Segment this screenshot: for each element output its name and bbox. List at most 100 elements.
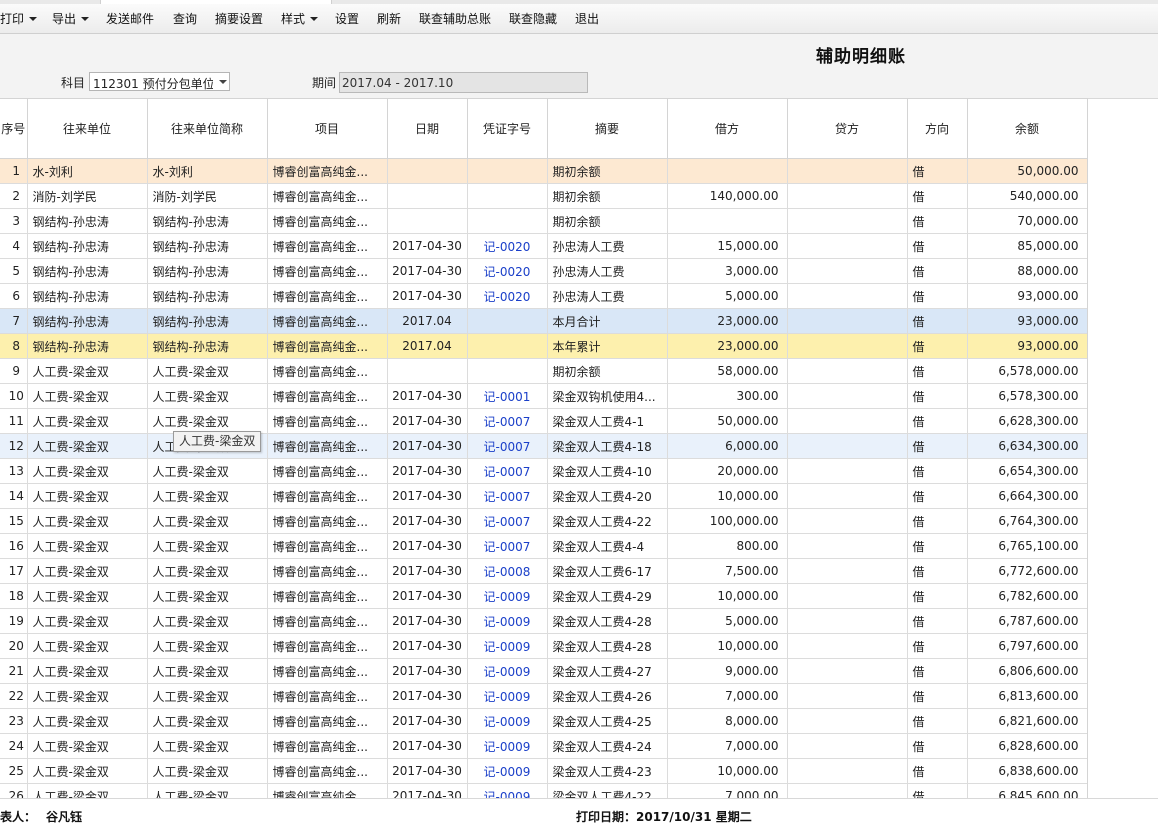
cell-voucher [467,183,548,209]
toolbar-item-label: 刷新 [377,12,402,26]
table-row[interactable]: 22 人工费-梁金双 人工费-梁金双 博睿创富高纯金... 2017-04-30 记-00… [0,683,1087,709]
cell-voucher[interactable]: 记-0009 [467,633,548,659]
cell-unit: 人工费-梁金双 [27,408,148,434]
table-row[interactable]: 4 钢结构-孙忠涛 钢结构-孙忠涛 博睿创富高纯金... 2017-04-30 记-002… [0,233,1087,259]
table-row[interactable]: 19 人工费-梁金双 人工费-梁金双 博睿创富高纯金... 2017-04-30 记-00… [0,608,1087,634]
cell-voucher[interactable]: 记-0009 [467,608,548,634]
table-row[interactable]: 14 人工费-梁金双 人工费-梁金双 博睿创富高纯金... 2017-04-30 记-00… [0,483,1087,509]
cell-abbr: 钢结构-孙忠涛 [147,208,268,234]
toolbar-item[interactable]: 设置 [335,4,359,33]
column-header[interactable]: 往来单位 [27,98,148,159]
cell-voucher[interactable]: 记-0007 [467,483,548,509]
column-header[interactable]: 摘要 [547,98,668,159]
table-row[interactable]: 15 人工费-梁金双 人工费-梁金双 博睿创富高纯金... 2017-04-30 记-00… [0,508,1087,534]
cell-voucher[interactable]: 记-0009 [467,783,548,798]
cell-unit: 人工费-梁金双 [27,733,148,759]
table-row[interactable]: 5 钢结构-孙忠涛 钢结构-孙忠涛 博睿创富高纯金... 2017-04-30 记-002… [0,258,1087,284]
cell-debit: 10,000.00 [667,633,788,659]
cell-summary: 梁金双人工费4-18 [547,433,668,459]
cell-voucher[interactable]: 记-0009 [467,683,548,709]
cell-credit [787,358,908,384]
cell-voucher[interactable]: 记-0001 [467,383,548,409]
toolbar-item[interactable]: 退出 [575,4,599,33]
toolbar-item[interactable]: 联查辅助总账 [419,4,491,33]
table-row[interactable]: 17 人工费-梁金双 人工费-梁金双 博睿创富高纯金... 2017-04-30 记-00… [0,558,1087,584]
cell-unit: 钢结构-孙忠涛 [27,233,148,259]
cell-date: 2017-04-30 [387,408,468,434]
subject-select[interactable]: 112301 预付分包单位款 [89,72,230,91]
cell-abbr: 人工费-梁金双 [147,633,268,659]
table-row[interactable]: 25 人工费-梁金双 人工费-梁金双 博睿创富高纯金... 2017-04-30 记-00… [0,758,1087,784]
toolbar-item[interactable]: 导出 [52,4,90,33]
toolbar-item[interactable]: 刷新 [377,4,401,33]
cell-summary: 期初余额 [547,158,668,184]
table-row[interactable]: 26 人工费-梁金双 人工费-梁金双 博睿创富高纯金... 2017-04-30 记-00… [0,783,1087,798]
toolbar-item[interactable]: 联查隐藏 [509,4,557,33]
table-row[interactable]: 11 人工费-梁金双 人工费-梁金双 博睿创富高纯金... 2017-04-30 记-00… [0,408,1087,434]
table-row[interactable]: 8 钢结构-孙忠涛 钢结构-孙忠涛 博睿创富高纯金... 2017.04 本年累计 23,0… [0,333,1087,359]
toolbar-item[interactable]: 打印 [0,4,38,33]
cell-voucher[interactable]: 记-0008 [467,558,548,584]
cell-dir: 借 [907,208,968,234]
cell-seq: 16 [0,533,28,559]
cell-voucher[interactable]: 记-0020 [467,258,548,284]
cell-voucher[interactable]: 记-0007 [467,508,548,534]
cell-date: 2017-04-30 [387,508,468,534]
table-row[interactable]: 12人工费-梁金双人工费-梁金双博睿创富高纯金...2017-04-30记-00… [0,433,1087,459]
cell-credit [787,783,908,798]
column-header[interactable]: 项目 [267,98,388,159]
table-row[interactable]: 20 人工费-梁金双 人工费-梁金双 博睿创富高纯金... 2017-04-30 记-00… [0,633,1087,659]
cell-summary: 梁金双人工费4-20 [547,483,668,509]
table-row[interactable]: 9 人工费-梁金双 人工费-梁金双 博睿创富高纯金... 期初余额 58,000.00 借 6… [0,358,1087,384]
cell-voucher[interactable]: 记-0009 [467,758,548,784]
table-row[interactable]: 2 消防-刘学民 消防-刘学民 博睿创富高纯金... 期初余额 140,000.00 借 54… [0,183,1087,209]
column-header[interactable]: 方向 [907,98,968,159]
cell-project: 博睿创富高纯金... [267,583,388,609]
toolbar-item[interactable]: 摘要设置 [215,4,263,33]
column-header[interactable]: 借方 [667,98,788,159]
cell-voucher [467,308,548,334]
footer: 制表人： 谷凡钰 打印日期：2017/10/31 星期二 [0,798,1158,824]
cell-voucher[interactable]: 记-0009 [467,583,548,609]
cell-dir: 借 [907,508,968,534]
table-row[interactable]: 13 人工费-梁金双 人工费-梁金双 博睿创富高纯金... 2017-04-30 记-00… [0,458,1087,484]
cell-voucher[interactable]: 记-0020 [467,233,548,259]
column-header[interactable]: 往来单位简称 [147,98,268,159]
cell-balance: 6,654,300.00 [967,458,1087,484]
column-header[interactable]: 日期 [387,98,468,159]
cell-voucher[interactable]: 记-0007 [467,433,548,459]
column-header[interactable]: 凭证字号 [467,98,548,159]
table-row[interactable]: 1 水-刘利 水-刘利 博睿创富高纯金... 期初余额借 50,000.00 [0,158,1087,184]
cell-voucher[interactable]: 记-0007 [467,458,548,484]
toolbar-item[interactable]: 发送邮件 [106,4,154,33]
cell-voucher[interactable]: 记-0007 [467,408,548,434]
column-header[interactable]: 序号 [0,98,28,159]
cell-unit: 人工费-梁金双 [27,433,148,459]
cell-voucher[interactable]: 记-0009 [467,658,548,684]
cell-debit: 5,000.00 [667,283,788,309]
cell-seq: 8 [0,333,28,359]
cell-voucher[interactable]: 记-0009 [467,733,548,759]
cell-credit [787,483,908,509]
cell-date: 2017-04-30 [387,283,468,309]
toolbar-item[interactable]: 查询 [173,4,197,33]
cell-voucher[interactable]: 记-0009 [467,708,548,734]
table-row[interactable]: 24 人工费-梁金双 人工费-梁金双 博睿创富高纯金... 2017-04-30 记-00… [0,733,1087,759]
table-row[interactable]: 16 人工费-梁金双 人工费-梁金双 博睿创富高纯金... 2017-04-30 记-00… [0,533,1087,559]
table-row[interactable]: 23 人工费-梁金双 人工费-梁金双 博睿创富高纯金... 2017-04-30 记-00… [0,708,1087,734]
table-row[interactable]: 10 人工费-梁金双 人工费-梁金双 博睿创富高纯金... 2017-04-30 记-00… [0,383,1087,409]
column-header[interactable]: 贷方 [787,98,908,159]
table-row[interactable]: 21 人工费-梁金双 人工费-梁金双 博睿创富高纯金... 2017-04-30 记-00… [0,658,1087,684]
column-header[interactable]: 余额 [967,98,1087,159]
cell-balance: 6,828,600.00 [967,733,1087,759]
table-row[interactable]: 6 钢结构-孙忠涛 钢结构-孙忠涛 博睿创富高纯金... 2017-04-30 记-002… [0,283,1087,309]
table-row[interactable]: 18 人工费-梁金双 人工费-梁金双 博睿创富高纯金... 2017-04-30 记-00… [0,583,1087,609]
toolbar-item[interactable]: 样式 [281,4,319,33]
cell-voucher[interactable]: 记-0007 [467,533,548,559]
cell-voucher[interactable]: 记-0020 [467,283,548,309]
chevron-down-icon[interactable] [215,73,229,90]
period-field[interactable]: 2017.04 - 2017.10 [339,72,588,93]
table-row[interactable]: 7 钢结构-孙忠涛 钢结构-孙忠涛 博睿创富高纯金... 2017.04 本月合计 23,0… [0,308,1087,334]
table-row[interactable]: 3 钢结构-孙忠涛 钢结构-孙忠涛 博睿创富高纯金... 期初余额借 70,000.00 [0,208,1087,234]
cell-project: 博睿创富高纯金... [267,733,388,759]
